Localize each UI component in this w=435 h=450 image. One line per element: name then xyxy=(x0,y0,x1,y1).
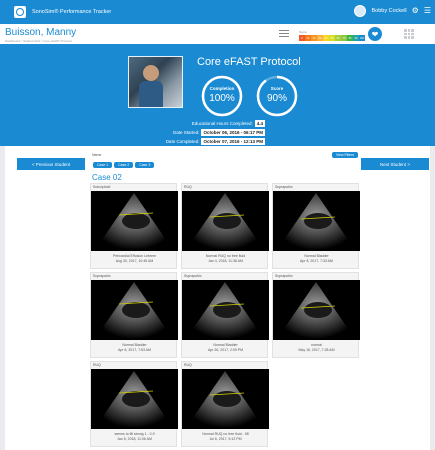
date-started-value: October 06, 2016 - 06:17 PM xyxy=(201,129,265,136)
previous-student-button[interactable]: < Previous Student xyxy=(17,158,85,170)
tile-caption: Normal Bladder Apr 8, 2017, 7:33 AM xyxy=(273,254,360,263)
tile-view-label: Suprapubic xyxy=(93,274,111,278)
ultrasound-tile[interactable]: Suprapubic normal May 16, 2017, 7:28 AM xyxy=(272,272,360,358)
ultrasound-image[interactable] xyxy=(91,191,178,251)
tile-view-label: RUQ xyxy=(93,363,101,367)
ultrasound-tile[interactable]: RUQ Normal RUQ no free fluid Jan 4, 2018, … xyxy=(181,183,269,269)
score-scale-cells: 0 10 20 30 40 50 60 70 80 90 100 xyxy=(299,35,365,41)
date-completed-label: Date Completed: xyxy=(165,139,200,144)
ultrasound-image[interactable] xyxy=(273,280,360,340)
menu-icon[interactable]: ☰ xyxy=(424,7,431,15)
app-logo-icon[interactable] xyxy=(14,6,26,18)
tab-case-1[interactable]: Case 1 xyxy=(93,162,113,168)
tile-view-label: RUQ xyxy=(184,185,192,189)
tile-caption: seems to fill strong 1 - 0.9 Jan 5, 2018,… xyxy=(91,432,178,441)
tile-caption-date: May 16, 2017, 7:28 AM xyxy=(298,347,335,352)
tile-caption-date: Jan 4, 2018, 11:36 AM xyxy=(208,258,243,263)
tile-caption-date: Jul 6, 2017, 5:12 PM xyxy=(209,436,242,441)
tile-caption-date: Jan 5, 2018, 11:06 AM xyxy=(117,436,152,441)
tile-caption: Normal RUQ no free fluid Jan 4, 2018, 11:… xyxy=(182,254,269,263)
ultrasound-tile[interactable]: RUQ Normal RUQ no free fluid - 98 Jul 6, 2… xyxy=(181,361,269,447)
score-value: 90% xyxy=(266,93,287,104)
tile-caption: Normal RUQ no free fluid - 98 Jul 6, 2017… xyxy=(182,432,269,441)
completion-label: Completion xyxy=(209,86,235,91)
ultrasound-image[interactable] xyxy=(91,280,178,340)
ultrasound-image[interactable] xyxy=(91,369,178,429)
tile-caption-date: Apr 6, 2017, 7:53 AM xyxy=(118,347,151,352)
protocol-photo xyxy=(128,56,183,108)
educational-hours-value: 4.4 xyxy=(254,120,265,127)
tile-caption: Normal Bladder Apr 26, 2017, 2:09 PM xyxy=(182,343,269,352)
ultrasound-image[interactable] xyxy=(182,191,269,251)
case-tabs: Case 1 Case 2 Case 3 xyxy=(93,162,155,168)
app-title: SonoSim® Performance Tracker xyxy=(32,9,112,15)
date-completed-row: Date Completed: October 07, 2016 - 12:13… xyxy=(166,138,265,145)
date-started-row: Date Started: October 06, 2016 - 06:17 P… xyxy=(173,129,265,136)
next-student-button[interactable]: Next Student > xyxy=(361,158,429,170)
tile-view-label: Subxiphoid xyxy=(93,185,111,189)
sliders-icon[interactable] xyxy=(279,29,289,38)
ultrasound-image[interactable] xyxy=(273,191,360,251)
score-gauge: Score 90% xyxy=(255,74,299,118)
ultrasound-tile[interactable]: Suprapubic Normal Bladder Apr 26, 2017, 2:… xyxy=(181,272,269,358)
date-completed-value: October 07, 2016 - 12:13 PM xyxy=(201,138,265,145)
completion-value: 100% xyxy=(209,93,235,104)
tile-view-label: RUQ xyxy=(184,363,192,367)
score-label: Score xyxy=(270,86,284,91)
tile-caption-date: Aug 30, 2017, 10:45 AM xyxy=(115,258,154,263)
educational-hours-row: Educational Hours Completed: 4.4 xyxy=(192,120,265,127)
tile-caption-date: Apr 8, 2017, 7:33 AM xyxy=(300,258,333,263)
gear-icon[interactable]: ⚙ xyxy=(412,7,419,15)
tab-case-3[interactable]: Case 3 xyxy=(135,162,155,168)
tile-view-label: Suprapubic xyxy=(275,274,293,278)
score-scale-cell: 100 xyxy=(359,35,365,41)
user-name[interactable]: Bobby Cockell xyxy=(371,8,406,14)
ultrasound-tile[interactable]: Suprapubic Normal Bladder Apr 8, 2017, 7:3… xyxy=(272,183,360,269)
page-header: Buisson, Manny Dashboard > Student Grid … xyxy=(0,24,435,44)
date-started-label: Date Started: xyxy=(172,130,200,135)
protocol-title: Core eFAST Protocol xyxy=(197,56,301,68)
top-bar: SonoSim® Performance Tracker Bobby Cocke… xyxy=(0,0,435,24)
avatar[interactable] xyxy=(354,5,367,17)
page-title: Buisson, Manny xyxy=(5,27,77,38)
heart-icon[interactable]: ❤ xyxy=(368,27,382,41)
ultrasound-tile[interactable]: Subxiphoid Pericardial Effusion Lebrem Aug… xyxy=(90,183,178,269)
ultrasound-image[interactable] xyxy=(182,280,269,340)
completion-gauge: Completion 100% xyxy=(200,74,244,118)
tile-view-label: Suprapubic xyxy=(184,274,202,278)
protocol-banner: Core eFAST Protocol Completion 100% Scor… xyxy=(0,44,435,146)
ultrasound-image[interactable] xyxy=(182,369,269,429)
tile-view-label: Suprapubic xyxy=(275,185,293,189)
tile-caption: Pericardial Effusion Lebrem Aug 30, 2017,… xyxy=(91,254,178,263)
tile-caption: normal May 16, 2017, 7:28 AM xyxy=(273,343,360,352)
filter-label: Name xyxy=(92,153,102,157)
tile-caption: Normal Bladder Apr 6, 2017, 7:53 AM xyxy=(91,343,178,352)
score-scale: Score 0 10 20 30 40 50 60 70 80 90 100 xyxy=(299,30,365,41)
ultrasound-tile[interactable]: Suprapubic Normal Bladder Apr 6, 2017, 7:5… xyxy=(90,272,178,358)
tile-caption-date: Apr 26, 2017, 2:09 PM xyxy=(207,347,244,352)
breadcrumb[interactable]: Dashboard > Student Grid > Core eFAST Pr… xyxy=(5,39,72,43)
ultrasound-tile[interactable]: RUQ seems to fill strong 1 - 0.9 Jan 5, 20… xyxy=(90,361,178,447)
view-filters-button[interactable]: View Filters xyxy=(332,152,359,158)
grid-view-icon[interactable] xyxy=(404,29,414,39)
educational-hours-label: Educational Hours Completed: xyxy=(191,121,253,126)
score-scale-label: Score xyxy=(299,30,307,34)
user-area: Bobby Cockell ⚙ ☰ xyxy=(354,5,431,17)
section-title: Case 02 xyxy=(92,173,122,182)
tab-case-2[interactable]: Case 2 xyxy=(114,162,134,168)
